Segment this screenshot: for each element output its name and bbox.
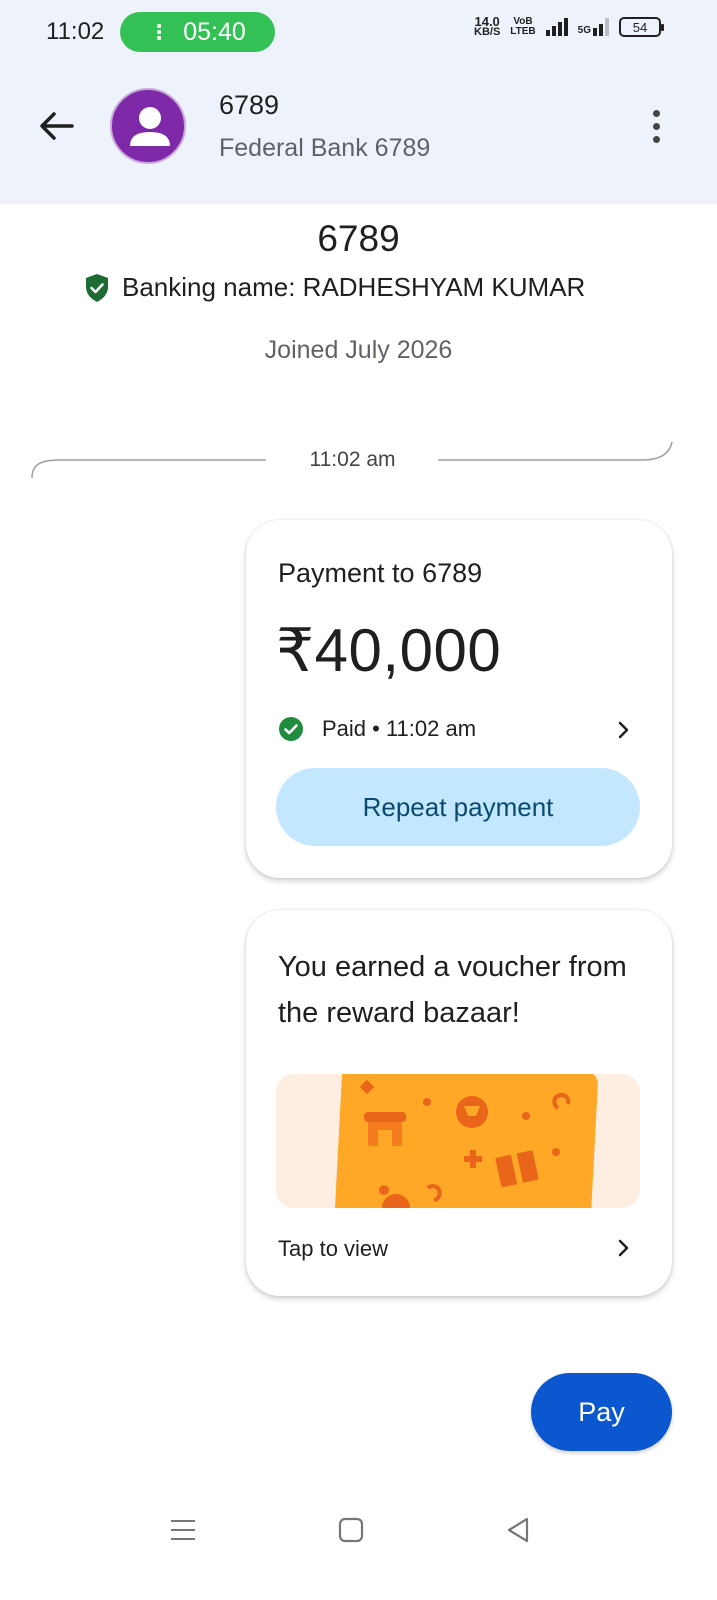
timeline-time: 11:02 am xyxy=(309,448,396,471)
call-indicator-icon: ⋮ xyxy=(149,21,170,44)
network-speed: 14.0 KB/S xyxy=(474,14,501,38)
reward-card[interactable]: You earned a voucher from the reward baz… xyxy=(246,910,672,1296)
back-triangle-icon[interactable] xyxy=(498,1510,538,1550)
payment-status-text: Paid • 11:02 am xyxy=(322,716,477,741)
reward-title: You earned a voucher from the reward baz… xyxy=(278,951,627,1029)
contact-name: 6789 xyxy=(317,218,400,259)
payment-title: Payment to 6789 xyxy=(278,558,483,588)
chevron-right-icon[interactable] xyxy=(616,720,632,740)
volte-icon: VoB LTEB xyxy=(510,16,536,37)
signal-icon xyxy=(545,18,568,36)
payment-card[interactable]: Payment to 6789 ₹40,000 Paid • 11:02 am … xyxy=(246,520,672,878)
check-circle-icon xyxy=(279,717,303,741)
system-nav-bar xyxy=(0,1480,717,1600)
chat-header: 6789 Federal Bank 6789 xyxy=(0,64,717,204)
status-icons: 14.0 KB/S VoB LTEB 5G 54 xyxy=(474,14,664,38)
banking-name-row: Banking name: RADHESHYAM KUMAR xyxy=(84,272,585,303)
status-time: 11:02 xyxy=(46,18,105,45)
contact-subtitle: Federal Bank 6789 xyxy=(219,134,431,162)
voucher-illustration[interactable] xyxy=(276,1074,640,1208)
contact-title: 6789 xyxy=(219,90,280,120)
ongoing-call-pill[interactable]: ⋮ 05:40 xyxy=(120,12,275,52)
tap-to-view-label: Tap to view xyxy=(278,1236,389,1261)
banking-name: Banking name: RADHESHYAM KUMAR xyxy=(122,272,586,302)
joined-date: Joined July 2026 xyxy=(264,336,453,364)
status-bar: 11:02 ⋮ 05:40 14.0 KB/S VoB LTEB 5G 54 xyxy=(0,0,717,64)
back-arrow-icon[interactable] xyxy=(36,106,76,146)
recents-menu-icon[interactable] xyxy=(163,1510,203,1550)
voucher-card-icon xyxy=(334,1074,598,1208)
person-icon xyxy=(130,107,170,146)
call-timer: 05:40 xyxy=(183,17,246,46)
avatar[interactable] xyxy=(110,88,186,164)
battery-icon: 54 xyxy=(619,17,664,37)
verified-shield-icon xyxy=(86,273,108,302)
payment-status: Paid • 11:02 am xyxy=(278,716,476,742)
more-options-icon[interactable] xyxy=(642,106,670,146)
home-square-icon[interactable] xyxy=(331,1510,371,1550)
signal-5g-icon: 5G xyxy=(578,18,609,36)
chevron-right-icon[interactable] xyxy=(616,1238,632,1258)
repeat-payment-button[interactable]: Repeat payment xyxy=(276,768,640,846)
payment-amount: ₹40,000 xyxy=(276,617,502,684)
pay-button[interactable]: Pay xyxy=(531,1373,672,1451)
